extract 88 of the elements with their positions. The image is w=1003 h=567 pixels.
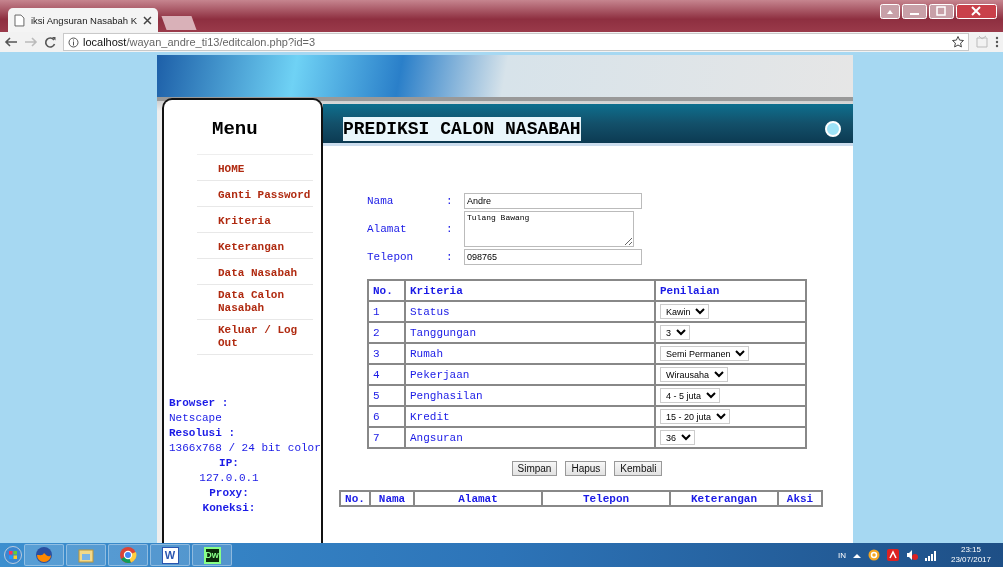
rating-dropdown[interactable]: 15 - 20 juta (660, 409, 730, 424)
info-value: Netscape (169, 412, 223, 425)
info-label: Proxy: (208, 487, 250, 500)
browser-tab[interactable]: iksi Angsuran Nasabah K (8, 8, 158, 32)
speaker-muted-icon[interactable] (905, 549, 918, 561)
rating-dropdown[interactable]: 3 (660, 325, 690, 340)
column-header: No. (368, 280, 405, 301)
table-cell: 5 (368, 385, 405, 406)
column-header: Kriteria (405, 280, 655, 301)
table-cell: Penghasilan (405, 385, 655, 406)
menu-link[interactable]: Keterangan (218, 241, 284, 254)
rating-dropdown[interactable]: Semi Permanen (660, 346, 749, 361)
input-field[interactable]: 098765 (464, 249, 642, 265)
field-label: Alamat (367, 223, 408, 235)
clock-time[interactable]: 23:15 (960, 545, 981, 555)
input-field[interactable]: Andre (464, 193, 642, 209)
menu-title: Menu (212, 118, 259, 140)
colon-text: : (446, 195, 454, 207)
table-cell: Rumah (405, 343, 655, 364)
fox-icon (35, 546, 53, 564)
table-cell: Angsuran (405, 427, 655, 448)
menu-link[interactable]: HOME (218, 163, 245, 176)
clock-date[interactable]: 23/07/2017 (950, 555, 991, 565)
form-button[interactable]: Kembali (614, 461, 663, 476)
page-title: PREDIKSI CALON NASABAH (343, 116, 581, 141)
language-indicator[interactable]: IN (837, 550, 846, 560)
rating-dropdown[interactable]: 4 - 5 juta (660, 388, 720, 403)
info-label: Browser : (169, 397, 230, 410)
colon-text: : (446, 223, 454, 235)
reload-icon[interactable] (44, 35, 57, 49)
star-icon[interactable] (952, 36, 964, 48)
info-label: Resolusi : (169, 427, 236, 440)
taskbar-app[interactable]: W (150, 544, 190, 566)
table-cell: Kredit (405, 406, 655, 427)
taskbar-app[interactable]: Dw (192, 544, 232, 566)
taskbar-app[interactable] (108, 544, 148, 566)
new-tab-button[interactable] (161, 16, 197, 30)
back-arrow-icon[interactable] (4, 36, 18, 48)
table-cell: 3 (368, 343, 405, 364)
menu-link[interactable]: Ganti Password (218, 189, 311, 202)
table-cell: 6 (368, 406, 405, 427)
rating-dropdown[interactable]: 36 (660, 430, 695, 445)
browser-icon (119, 546, 137, 564)
signal-icon[interactable] (924, 549, 936, 561)
form-button[interactable]: Simpan (511, 461, 558, 476)
column-header: Penilaian (655, 280, 806, 301)
table-cell: 1 (368, 301, 405, 322)
menu-link[interactable]: Kriteria (218, 215, 271, 228)
editor-icon: Dw (203, 546, 221, 564)
caret-icon[interactable] (852, 552, 861, 558)
info-label: IP: (218, 457, 240, 470)
column-header: No. (340, 491, 370, 506)
menu-link[interactable]: Data Calon Nasabah (218, 289, 313, 315)
column-header: Nama (370, 491, 414, 506)
column-header: Telepon (542, 491, 670, 506)
info-label: Koneksi: (201, 502, 257, 515)
info-value: 127.0.0.1 (198, 472, 260, 485)
address-bar[interactable]: localhost/wayan_andre_ti13/editcalon.php?id=3 (63, 33, 969, 51)
column-header: Keterangan (670, 491, 778, 506)
table-cell: 2 (368, 322, 405, 343)
url-text: localhost/wayan_andre_ti13/editcalon.php?id=3 (83, 36, 316, 48)
address-field[interactable]: Tulang Bawang (464, 211, 634, 247)
close-icon[interactable] (143, 15, 152, 25)
ring-icon[interactable] (867, 549, 880, 561)
info-icon[interactable] (68, 36, 79, 48)
table-cell: 7 (368, 427, 405, 448)
field-label: Telepon (367, 251, 415, 263)
field-label: Nama (367, 195, 395, 207)
folder-icon (77, 546, 95, 564)
form-button[interactable]: Hapus (565, 461, 607, 476)
table-cell: Status (405, 301, 655, 322)
colon-text: : (446, 251, 454, 263)
menu-link[interactable]: Keluar / Log Out (218, 324, 313, 350)
table-cell: 4 (368, 364, 405, 385)
table-cell: Pekerjaan (405, 364, 655, 385)
rating-dropdown[interactable]: Kawin (660, 304, 709, 319)
table-cell: Tanggungan (405, 322, 655, 343)
info-value: 1366x768 / 24 bit color (169, 442, 321, 455)
document-icon: W (161, 546, 179, 564)
start-button[interactable] (4, 546, 22, 564)
rating-dropdown[interactable]: Wirausaha (660, 367, 728, 382)
column-header: Alamat (414, 491, 542, 506)
menu-icon[interactable] (995, 36, 999, 48)
column-header: Aksi (778, 491, 822, 506)
page-icon (14, 13, 25, 27)
menu-link[interactable]: Data Nasabah (218, 267, 298, 280)
circle-icon (825, 120, 841, 137)
taskbar-app[interactable] (24, 544, 64, 566)
